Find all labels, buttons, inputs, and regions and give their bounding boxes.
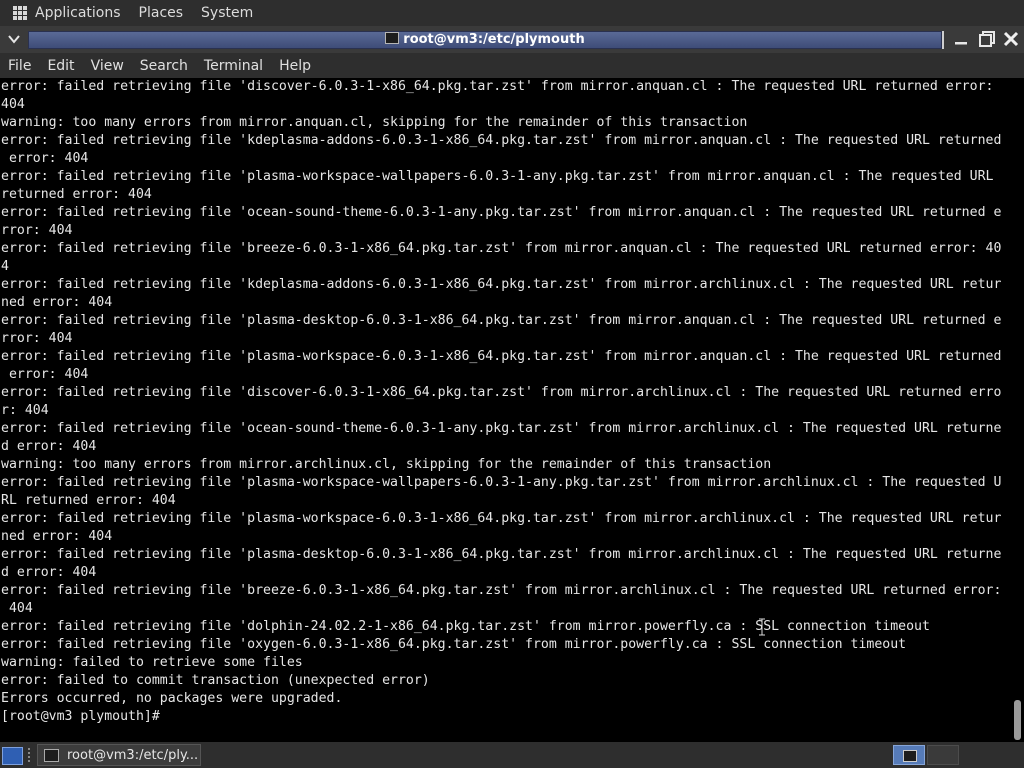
terminal-line: error: failed to commit transaction (une… [1,673,430,688]
terminal-line: error: failed retrieving file 'dolphin-2… [1,619,930,634]
menu-search[interactable]: Search [140,58,188,74]
terminal-line: error: failed retrieving file 'oxygen-6.… [1,637,907,652]
terminal-menubar: File Edit View Search Terminal Help [0,53,1024,78]
terminal-output-area[interactable]: error: failed retrieving file 'discover-… [0,78,1012,742]
terminal-line: error: failed retrieving file 'discover-… [1,385,1002,400]
terminal-icon [44,748,59,762]
terminal-line: d error: 404 [1,565,97,580]
terminal-line: r: 404 [1,403,49,418]
minimize-icon[interactable] [951,29,971,49]
terminal-line: error: failed retrieving file 'plasma-de… [1,547,1002,562]
terminal-line: error: failed retrieving file 'ocean-sou… [1,205,1002,220]
text-cursor-icon [759,618,765,636]
workspace-2-button[interactable] [927,745,959,765]
terminal-line: warning: failed to retrieve some files [1,655,303,670]
terminal-line: error: failed retrieving file 'discover-… [1,79,994,94]
terminal-line: error: failed retrieving file 'plasma-wo… [1,511,1002,526]
window-menu-chevron-icon[interactable] [7,32,21,46]
title-strip: root@vm3:/etc/plymouth [28,31,942,49]
terminal-line: warning: too many errors from mirror.arc… [1,457,772,472]
terminal-line: error: failed retrieving file 'plasma-wo… [1,475,1002,490]
terminal-icon [385,32,400,44]
terminal-line: d error: 404 [1,439,97,454]
terminal-line: error: failed retrieving file 'plasma-wo… [1,349,1002,364]
terminal-line: rror: 404 [1,223,73,238]
terminal-line: ned error: 404 [1,295,113,310]
menu-edit[interactable]: Edit [47,58,74,74]
terminal-line: error: failed retrieving file 'kdeplasma… [1,133,1002,148]
terminal-text: error: failed retrieving file 'discover-… [0,78,1012,726]
close-icon[interactable] [1001,29,1021,49]
scrollbar-thumb[interactable] [1014,700,1021,740]
terminal-icon [903,750,917,762]
terminal-line: error: 404 [1,151,89,166]
system-menu[interactable]: System [201,5,253,21]
taskbar-terminal-button[interactable]: root@vm3:/etc/ply... [37,744,201,766]
terminal-line: error: failed retrieving file 'plasma-wo… [1,169,994,184]
window-titlebar[interactable]: root@vm3:/etc/plymouth [0,26,1024,53]
terminal-line: rror: 404 [1,331,73,346]
terminal-line: ned error: 404 [1,529,113,544]
terminal-line: warning: too many errors from mirror.anq… [1,115,748,130]
terminal-line: error: failed retrieving file 'breeze-6.… [1,583,1002,598]
terminal-line: 404 [1,601,33,616]
terminal-line: error: failed retrieving file 'ocean-sou… [1,421,1002,436]
terminal-line: error: 404 [1,367,89,382]
panel-grip-icon[interactable] [28,748,34,762]
terminal-line: [root@vm3 plymouth]# [1,709,168,724]
terminal-line: returned error: 404 [1,187,152,202]
titlebar-separator [942,31,944,49]
menu-view[interactable]: View [91,58,124,74]
places-menu[interactable]: Places [139,5,184,21]
taskbar-task-label: root@vm3:/etc/ply... [67,747,199,763]
top-panel: Applications Places System [0,0,1024,26]
menu-file[interactable]: File [8,58,31,74]
terminal-line: 404 [1,97,25,112]
bottom-panel: root@vm3:/etc/ply... [0,742,1024,768]
applications-menu[interactable]: Applications [35,5,121,21]
workspace-1-button[interactable] [893,745,925,765]
terminal-line: RL returned error: 404 [1,493,176,508]
applications-grid-icon[interactable] [13,6,27,20]
terminal-line: Errors occurred, no packages were upgrad… [1,691,343,706]
menu-terminal[interactable]: Terminal [204,58,263,74]
terminal-line: error: failed retrieving file 'plasma-de… [1,313,1002,328]
maximize-icon[interactable] [977,29,997,49]
terminal-line: error: failed retrieving file 'breeze-6.… [1,241,1002,256]
terminal-scrollbar[interactable] [1012,78,1024,742]
terminal-line: error: failed retrieving file 'kdeplasma… [1,277,1002,292]
terminal-line: 4 [1,259,9,274]
show-desktop-icon[interactable] [2,747,23,765]
menu-help[interactable]: Help [279,58,311,74]
window-title: root@vm3:/etc/plymouth [403,32,585,47]
